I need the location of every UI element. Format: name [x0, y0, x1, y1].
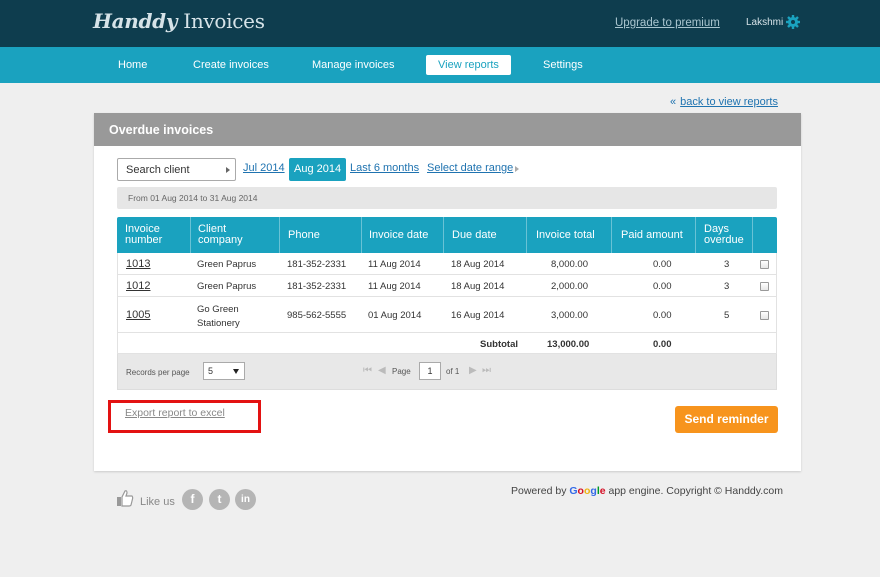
- page-count-label: of 1: [446, 367, 460, 376]
- gear-icon[interactable]: [785, 14, 801, 30]
- col-phone[interactable]: Phone: [288, 217, 320, 253]
- subtotal-row: Subtotal 13,000.00 0.00: [117, 333, 777, 354]
- due-date-cell: 16 Aug 2014: [451, 310, 505, 321]
- due-date-cell: 18 Aug 2014: [451, 281, 505, 292]
- send-reminder-button[interactable]: Send reminder: [675, 406, 778, 433]
- first-page-icon[interactable]: ⏮: [363, 365, 372, 376]
- top-bar: Handdy Invoices Upgrade to premium Laksh…: [0, 0, 880, 47]
- nav-manage-invoices[interactable]: Manage invoices: [312, 55, 395, 75]
- next-page-icon[interactable]: ▶: [469, 365, 477, 376]
- subtotal-total: 13,000.00: [547, 339, 590, 350]
- logo-script-text: Handdy: [93, 9, 178, 33]
- nav-view-reports[interactable]: View reports: [426, 55, 511, 75]
- invoice-date-cell: 11 Aug 2014: [368, 259, 421, 270]
- records-per-page-label: Records per page: [126, 368, 190, 377]
- back-to-view-reports-link[interactable]: «back to view reports: [670, 96, 778, 108]
- page-number-input[interactable]: 1: [419, 362, 441, 380]
- invoice-total-cell: 2,000.00: [551, 281, 588, 292]
- col-invoice-total[interactable]: Invoice total: [536, 217, 595, 253]
- invoice-number-link[interactable]: 1013: [126, 258, 150, 270]
- invoice-date-cell: 01 Aug 2014: [368, 310, 422, 321]
- caret-right-icon: [226, 167, 230, 173]
- page-label: Page: [392, 367, 411, 376]
- col-days-overdue[interactable]: Days overdue: [704, 217, 744, 253]
- report-card: Overdue invoices Search client Jul 2014 …: [94, 113, 801, 471]
- linkedin-icon[interactable]: in: [235, 489, 256, 510]
- table-row: 1013 Green Paprus 181-352-2331 11 Aug 2014 1…: [117, 253, 777, 275]
- paid-amount-cell: 0.00: [653, 281, 672, 292]
- col-invoice-number[interactable]: Invoice number: [125, 217, 162, 253]
- period-last-6-months[interactable]: Last 6 months: [350, 162, 419, 174]
- due-date-cell: 18 Aug 2014: [451, 259, 505, 270]
- client-company-cell: Green Paprus: [197, 281, 257, 292]
- double-chevron-left-icon: «: [670, 96, 677, 108]
- phone-cell: 181-352-2331: [287, 281, 347, 292]
- phone-cell: 181-352-2331: [287, 259, 347, 270]
- phone-cell: 985-562-5555: [287, 310, 347, 321]
- powered-by-text: Powered by Google app engine. Copyright …: [511, 485, 783, 497]
- col-client-company[interactable]: Client company: [198, 217, 243, 253]
- invoice-number-link[interactable]: 1005: [126, 309, 150, 321]
- back-link-label: back to view reports: [680, 96, 778, 108]
- days-overdue-cell: 5: [724, 310, 730, 321]
- caret-right-icon: [515, 166, 519, 172]
- row-select-checkbox[interactable]: [760, 311, 769, 320]
- user-name[interactable]: Lakshmi: [746, 17, 783, 28]
- date-range-banner: From 01 Aug 2014 to 31 Aug 2014: [117, 187, 777, 209]
- report-card-header: Overdue invoices: [94, 113, 801, 146]
- search-client-dropdown[interactable]: Search client: [117, 158, 236, 181]
- records-per-page-value: 5: [208, 366, 214, 376]
- twitter-icon[interactable]: t: [209, 489, 230, 510]
- facebook-icon[interactable]: f: [182, 489, 203, 510]
- powered-prefix: Powered by: [511, 485, 567, 497]
- caret-down-icon: [233, 369, 239, 374]
- invoice-total-cell: 8,000.00: [551, 259, 588, 270]
- like-us-label: Like us: [140, 496, 175, 508]
- google-logo: Google: [569, 485, 606, 497]
- col-paid-amount[interactable]: Paid amount: [621, 217, 683, 253]
- period-jul-2014[interactable]: Jul 2014: [243, 162, 285, 174]
- invoice-date-cell: 11 Aug 2014: [368, 281, 421, 292]
- prev-page-icon[interactable]: ◀: [378, 365, 386, 376]
- invoice-number-link[interactable]: 1012: [126, 280, 150, 292]
- paid-amount-cell: 0.00: [653, 259, 672, 270]
- table-row: 1005 Go Green Stationery 985-562-5555 01 Aug…: [117, 297, 777, 333]
- upgrade-to-premium-link[interactable]: Upgrade to premium: [615, 17, 720, 29]
- col-due-date[interactable]: Due date: [452, 217, 497, 253]
- days-overdue-cell: 3: [724, 281, 730, 292]
- table-body: 1013 Green Paprus 181-352-2331 11 Aug 2014 1…: [117, 253, 777, 333]
- main-nav: Home Create invoices Manage invoices Vie…: [0, 47, 880, 83]
- invoices-table: Invoice number Client company Phone Invoic…: [117, 217, 777, 390]
- nav-settings[interactable]: Settings: [543, 55, 583, 75]
- nav-create-invoices[interactable]: Create invoices: [193, 55, 269, 75]
- client-company-cell: Green Paprus: [197, 259, 257, 270]
- period-aug-2014[interactable]: Aug 2014: [289, 158, 347, 181]
- thumbs-up-icon: [117, 490, 134, 507]
- records-per-page-select[interactable]: 5: [203, 362, 245, 380]
- powered-suffix: app engine. Copyright © Handdy.com: [608, 485, 783, 497]
- table-row: 1012 Green Paprus 181-352-2331 11 Aug 2014 1…: [117, 275, 777, 297]
- pagination-bar: Records per page 5 ⏮ ◀ Page 1 of 1 ▶ ⏭: [117, 354, 777, 390]
- table-header: Invoice number Client company Phone Invoic…: [117, 217, 777, 253]
- days-overdue-cell: 3: [724, 259, 730, 270]
- col-invoice-date[interactable]: Invoice date: [369, 217, 428, 253]
- date-range-text: From 01 Aug 2014 to 31 Aug 2014: [128, 193, 258, 203]
- subtotal-paid: 0.00: [653, 339, 672, 350]
- row-select-checkbox[interactable]: [760, 282, 769, 291]
- client-company-cell: Go Green Stationery: [197, 304, 240, 329]
- highlight-box: [108, 400, 261, 433]
- subtotal-label: Subtotal: [480, 339, 518, 350]
- search-client-label: Search client: [126, 164, 190, 176]
- app-logo[interactable]: Handdy Invoices: [93, 9, 265, 33]
- paid-amount-cell: 0.00: [653, 310, 672, 321]
- logo-light-text: Invoices: [183, 9, 265, 33]
- period-select-date-range[interactable]: Select date range: [427, 162, 513, 174]
- row-select-checkbox[interactable]: [760, 260, 769, 269]
- invoice-total-cell: 3,000.00: [551, 310, 588, 321]
- nav-home[interactable]: Home: [118, 55, 147, 75]
- page-title: Overdue invoices: [109, 123, 214, 137]
- last-page-icon[interactable]: ⏭: [482, 365, 491, 376]
